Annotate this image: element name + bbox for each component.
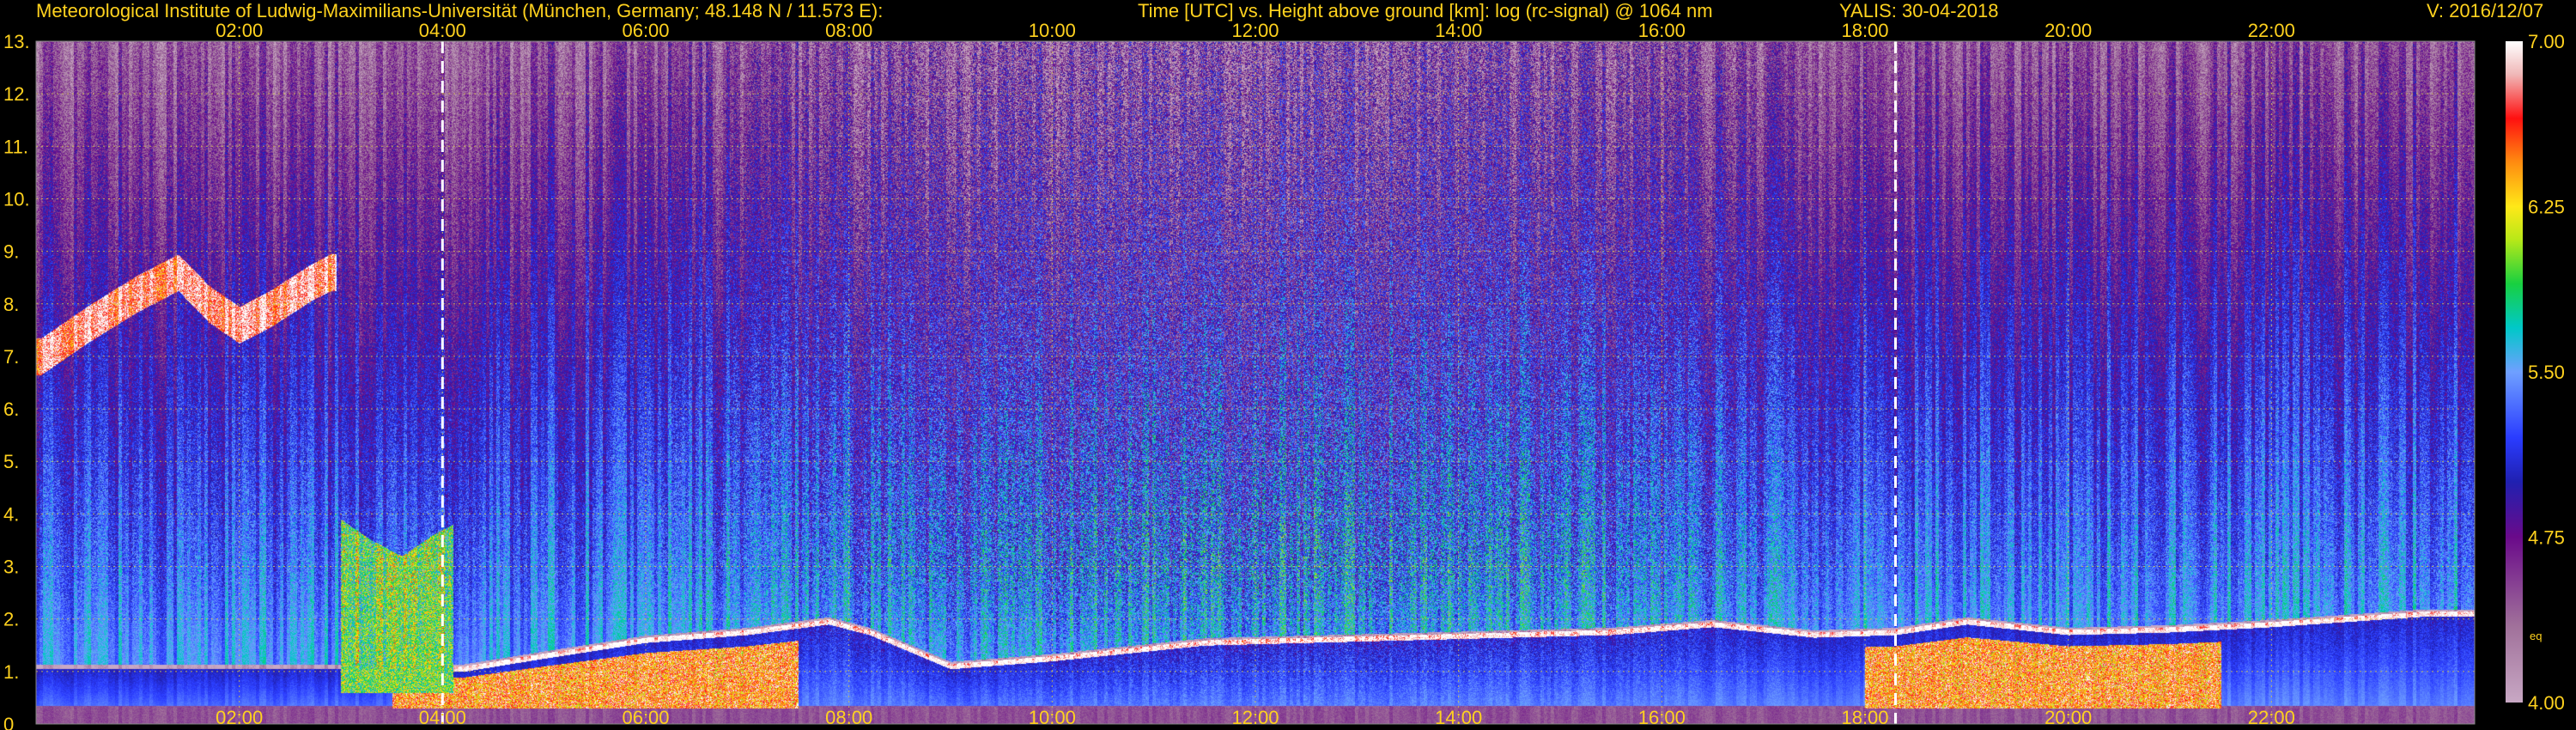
x-tick-label-top: 02:00 — [216, 20, 263, 41]
x-tick-label-top: 20:00 — [2044, 20, 2092, 41]
y-tick-label: 3. — [3, 557, 19, 578]
x-tick-label-bottom: 18:00 — [1841, 707, 1888, 728]
y-tick-label: 0 — [3, 714, 14, 730]
y-tick-label: 4. — [3, 503, 19, 525]
x-tick-label-top: 22:00 — [2248, 20, 2295, 41]
lidar-quicklook: Meteorological Institute of Ludwig-Maxim… — [0, 0, 2576, 730]
y-tick-label: 5. — [3, 451, 19, 472]
x-tick-label-top: 12:00 — [1231, 20, 1279, 41]
x-tick-label-bottom: 04:00 — [419, 707, 466, 728]
y-tick-label: 9. — [3, 241, 19, 263]
y-tick-label: 1. — [3, 661, 19, 683]
colorbar-tick-label: 5.50 — [2528, 362, 2565, 383]
y-tick-label: 13. — [3, 31, 30, 52]
y-tick-label: 2. — [3, 609, 19, 630]
y-tick-label: 8. — [3, 294, 19, 315]
x-tick-label-top: 04:00 — [419, 20, 466, 41]
chart-overlay: 02:00 02:00 04:00 04:00 06:00 06:00 08:00 08:00… — [3, 20, 2565, 730]
y-tick-label: 6. — [3, 398, 19, 420]
y-tick-label: 10. — [3, 188, 30, 210]
x-tick-label-top: 16:00 — [1638, 20, 1686, 41]
y-tick-label: 7. — [3, 346, 19, 368]
x-tick-label-bottom: 16:00 — [1638, 707, 1686, 728]
colorbar-tick-label: 4.75 — [2528, 527, 2565, 549]
colorbar-tick-label: 6.25 — [2528, 197, 2565, 218]
y-tick-label: 12. — [3, 83, 30, 105]
colorbar-tick-label: 4.00 — [2528, 692, 2565, 714]
x-tick-label-bottom: 22:00 — [2248, 707, 2295, 728]
colorbar-tick-label: 7.00 — [2528, 31, 2565, 52]
x-tick-label-bottom: 02:00 — [216, 707, 263, 728]
x-tick-label-bottom: 20:00 — [2044, 707, 2092, 728]
x-tick-label-top: 10:00 — [1029, 20, 1076, 41]
x-tick-label-top: 06:00 — [622, 20, 669, 41]
x-tick-label-bottom: 10:00 — [1029, 707, 1076, 728]
colorbar — [2506, 41, 2523, 703]
y-tick-label: 11. — [3, 136, 28, 157]
colorbar-eq-label: eq — [2530, 630, 2542, 642]
x-tick-label-top: 14:00 — [1435, 20, 1482, 41]
x-tick-label-top: 18:00 — [1841, 20, 1888, 41]
x-tick-label-top: 08:00 — [825, 20, 872, 41]
x-tick-label-bottom: 08:00 — [825, 707, 872, 728]
x-tick-label-bottom: 14:00 — [1435, 707, 1482, 728]
x-tick-label-bottom: 06:00 — [622, 707, 669, 728]
x-tick-label-bottom: 12:00 — [1231, 707, 1279, 728]
